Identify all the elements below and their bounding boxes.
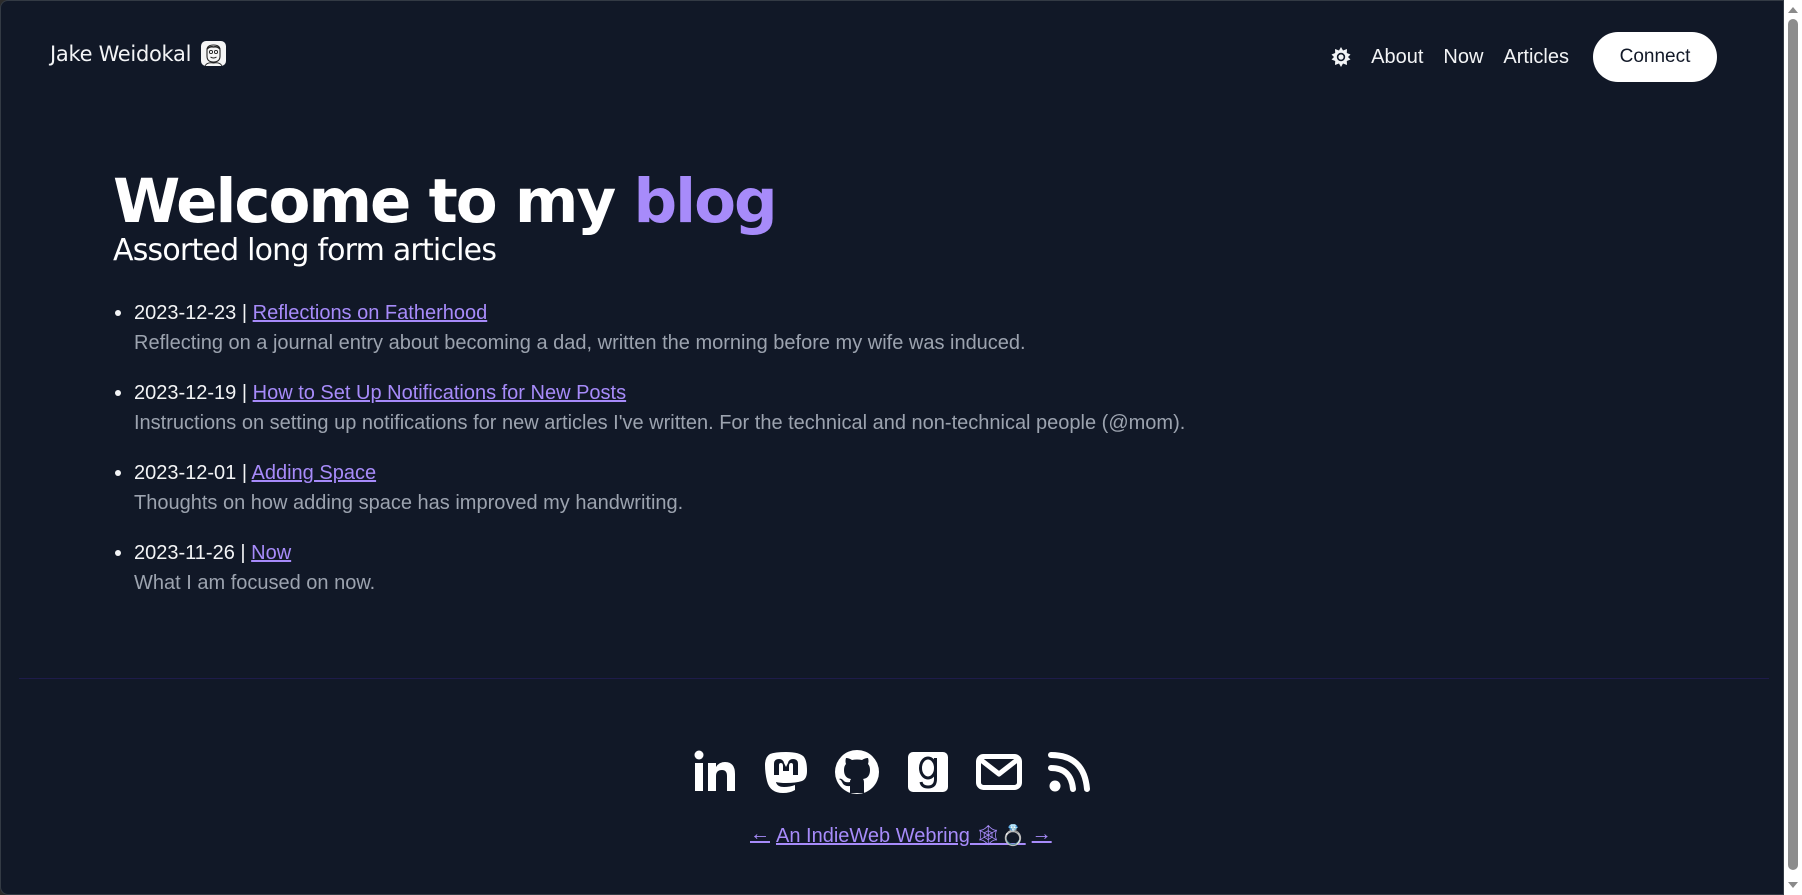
mastodon-link[interactable] [762, 749, 810, 795]
linkedin-icon [694, 750, 735, 791]
rss-icon [1048, 752, 1090, 792]
article-date: 2023-12-19 [134, 382, 237, 404]
mastodon-icon [765, 752, 807, 793]
separator: | [236, 462, 252, 484]
article-description: Reflecting on a journal entry about beco… [134, 332, 1026, 354]
page-subtitle: Assorted long form articles [113, 233, 497, 268]
article-date: 2023-12-23 [134, 302, 237, 324]
github-link[interactable] [833, 749, 881, 795]
article-link[interactable]: Reflections on Fatherhood [253, 302, 488, 324]
scroll-up-arrow-icon[interactable] [1788, 7, 1798, 13]
avatar [201, 41, 227, 66]
article-item: 2023-12-19 | How to Set Up Notifications… [114, 379, 1186, 438]
footer-divider [19, 678, 1769, 679]
separator: | [236, 382, 253, 404]
connect-button[interactable]: Connect [1593, 32, 1717, 82]
linkedin-link[interactable] [691, 749, 739, 795]
main-nav: About Now Articles Connect [1330, 32, 1717, 82]
separator: | [236, 302, 253, 324]
article-item: 2023-12-01 | Adding Space Thoughts on ho… [114, 459, 1185, 518]
email-icon [976, 754, 1022, 790]
social-links [691, 749, 1094, 795]
email-link[interactable] [975, 749, 1023, 795]
article-link[interactable]: Adding Space [252, 462, 377, 484]
webring-nav: ← An IndieWeb Webring 🕸💍 → [750, 823, 1052, 848]
browser-viewport: Jake Weidokal About Now Articles Connect… [0, 0, 1784, 895]
separator: | [234, 542, 252, 564]
webring-next-link[interactable]: → [1032, 823, 1052, 848]
title-prefix: Welcome to my [113, 166, 634, 237]
scroll-down-arrow-icon[interactable] [1788, 882, 1798, 888]
nav-about[interactable]: About [1371, 46, 1423, 69]
webring-link[interactable]: An IndieWeb Webring 🕸💍 [776, 823, 1026, 848]
article-description: Instructions on setting up notifications… [134, 412, 1186, 434]
article-item: 2023-12-23 | Reflections on Fatherhood R… [114, 299, 1185, 358]
webring-prev-link[interactable]: ← [750, 823, 770, 848]
title-accent: blog [633, 166, 778, 237]
nav-articles[interactable]: Articles [1503, 46, 1569, 69]
brand-name: Jake Weidokal [50, 41, 192, 66]
sun-gear-icon [1331, 47, 1351, 67]
site-brand-link[interactable]: Jake Weidokal [50, 41, 227, 66]
article-link[interactable]: Now [251, 542, 291, 564]
article-list: 2023-12-23 | Reflections on Fatherhood R… [113, 299, 1185, 619]
article-description: Thoughts on how adding space has improve… [134, 492, 684, 514]
goodreads-icon [908, 752, 948, 792]
article-description: What I am focused on now. [134, 572, 376, 594]
article-date: 2023-11-26 [134, 542, 235, 564]
github-icon [835, 750, 879, 794]
rss-link[interactable] [1046, 749, 1094, 795]
page-title: Welcome to my blog [113, 161, 778, 243]
vertical-scrollbar[interactable] [1784, 0, 1802, 895]
article-link[interactable]: How to Set Up Notifications for New Post… [253, 382, 626, 404]
scrollbar-thumb[interactable] [1788, 19, 1798, 870]
theme-toggle-button[interactable] [1330, 46, 1352, 68]
nav-now[interactable]: Now [1443, 46, 1483, 69]
article-date: 2023-12-01 [134, 462, 237, 484]
goodreads-link[interactable] [904, 749, 952, 795]
article-item: 2023-11-26 | Now What I am focused on no… [114, 539, 1185, 598]
